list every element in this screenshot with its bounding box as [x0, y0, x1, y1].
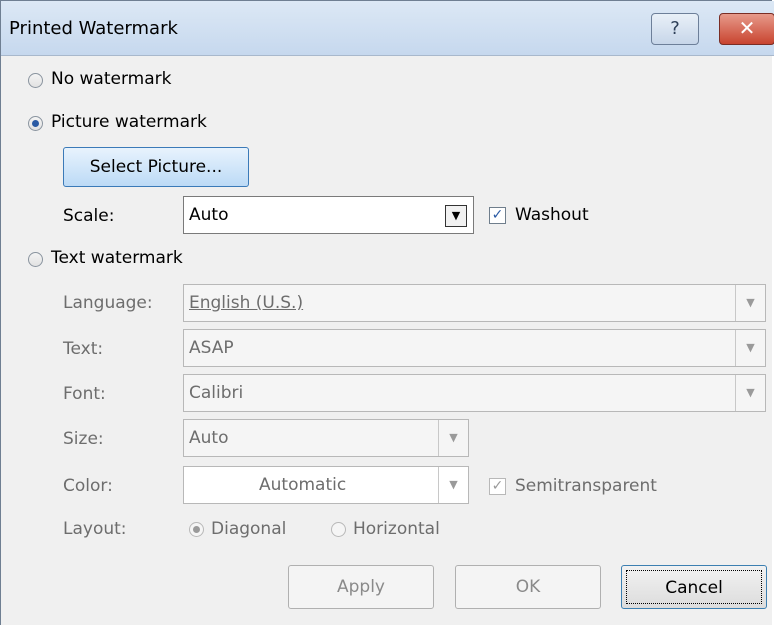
cancel-button-label: Cancel: [626, 570, 762, 604]
scale-value: Auto: [189, 205, 229, 225]
layout-diagonal-label[interactable]: Diagonal: [211, 519, 286, 539]
size-value: Auto: [189, 428, 229, 448]
help-button[interactable]: ?: [651, 13, 699, 45]
semitransparent-checkbox[interactable]: ✓: [489, 478, 506, 495]
chevron-down-icon[interactable]: ▼: [438, 467, 468, 503]
chevron-down-icon[interactable]: ▼: [735, 285, 765, 321]
language-dropdown[interactable]: English (U.S.) ▼: [183, 284, 766, 322]
picture-watermark-label[interactable]: Picture watermark: [51, 112, 207, 132]
size-label: Size:: [63, 429, 104, 449]
help-icon: ?: [670, 18, 680, 39]
text-value: ASAP: [189, 338, 234, 358]
text-dropdown[interactable]: ASAP ▼: [183, 329, 766, 367]
layout-diagonal-radio[interactable]: [189, 522, 204, 537]
cancel-button[interactable]: Cancel: [621, 565, 767, 609]
text-watermark-radio[interactable]: [28, 252, 43, 267]
layout-label: Layout:: [63, 519, 127, 539]
chevron-down-icon[interactable]: ▼: [445, 205, 467, 227]
color-value: Automatic: [259, 475, 347, 495]
font-label: Font:: [63, 384, 106, 404]
font-value: Calibri: [189, 383, 244, 403]
color-label: Color:: [63, 476, 113, 496]
chevron-down-icon[interactable]: ▼: [735, 375, 765, 411]
apply-button[interactable]: Apply: [288, 565, 434, 609]
printed-watermark-dialog: Printed Watermark ? ✕ No watermark Pictu…: [0, 0, 774, 625]
ok-button[interactable]: OK: [455, 565, 601, 609]
dialog-title: Printed Watermark: [9, 18, 178, 39]
size-dropdown[interactable]: Auto ▼: [183, 419, 469, 457]
title-bar: Printed Watermark ? ✕: [1, 1, 774, 56]
washout-checkbox[interactable]: ✓: [489, 207, 506, 224]
no-watermark-label[interactable]: No watermark: [51, 69, 171, 89]
language-value: English (U.S.): [189, 293, 304, 313]
chevron-down-icon[interactable]: ▼: [735, 330, 765, 366]
select-picture-button[interactable]: Select Picture...: [63, 147, 249, 187]
layout-horizontal-label[interactable]: Horizontal: [353, 519, 440, 539]
scale-label: Scale:: [63, 206, 115, 226]
check-icon: ✓: [491, 207, 504, 223]
language-label: Language:: [63, 293, 153, 313]
no-watermark-radio[interactable]: [28, 73, 43, 88]
layout-horizontal-radio[interactable]: [331, 522, 346, 537]
picture-watermark-radio[interactable]: [28, 116, 43, 131]
check-icon: ✓: [491, 478, 504, 494]
font-dropdown[interactable]: Calibri ▼: [183, 374, 766, 412]
text-label: Text:: [63, 339, 104, 359]
semitransparent-label[interactable]: Semitransparent: [515, 476, 657, 496]
text-watermark-label[interactable]: Text watermark: [51, 248, 183, 268]
washout-label[interactable]: Washout: [515, 205, 589, 225]
scale-dropdown[interactable]: Auto ▼: [183, 196, 474, 234]
color-dropdown[interactable]: Automatic ▼: [183, 466, 469, 504]
chevron-down-icon[interactable]: ▼: [438, 420, 468, 456]
close-icon: ✕: [738, 16, 756, 40]
close-button[interactable]: ✕: [719, 13, 774, 45]
